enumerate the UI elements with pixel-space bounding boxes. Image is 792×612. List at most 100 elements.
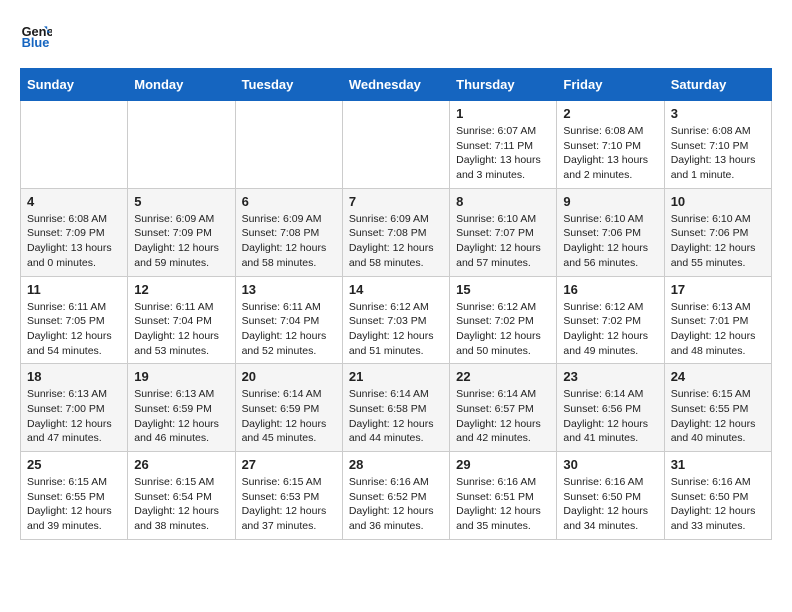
- calendar-cell: 4 Sunrise: 6:08 AMSunset: 7:09 PMDaylight…: [21, 188, 128, 276]
- calendar-cell: 29 Sunrise: 6:16 AMSunset: 6:51 PMDayligh…: [450, 452, 557, 540]
- calendar-cell: 19 Sunrise: 6:13 AMSunset: 6:59 PMDayligh…: [128, 364, 235, 452]
- day-number: 17: [671, 282, 765, 297]
- week-row-5: 25Sunrise: 6:15 AMSunset: 6:55 PMDayligh…: [21, 452, 772, 540]
- calendar-cell: 2Sunrise: 6:08 AMSunset: 7:10 PMDaylight…: [557, 101, 664, 189]
- day-number: 25: [27, 457, 121, 472]
- day-number: 3: [671, 106, 765, 121]
- calendar-cell: 22 Sunrise: 6:14 AMSunset: 6:57 PMDayligh…: [450, 364, 557, 452]
- day-info: Sunrise: 6:14 AMSunset: 6:57 PMDaylight:…: [456, 387, 550, 446]
- day-info: Sunrise: 6:08 AMSunset: 7:09 PMDaylight:…: [27, 212, 121, 271]
- day-header-friday: Friday: [557, 69, 664, 101]
- calendar-cell: [342, 101, 449, 189]
- calendar-cell: 9Sunrise: 6:10 AMSunset: 7:06 PMDaylight…: [557, 188, 664, 276]
- day-info: Sunrise: 6:13 AMSunset: 7:00 PMDaylight:…: [27, 387, 121, 446]
- week-row-3: 11 Sunrise: 6:11 AMSunset: 7:05 PMDayligh…: [21, 276, 772, 364]
- day-info: Sunrise: 6:11 AMSunset: 7:04 PMDaylight:…: [242, 300, 336, 359]
- svg-text:Blue: Blue: [22, 35, 50, 50]
- day-number: 4: [27, 194, 121, 209]
- day-info: Sunrise: 6:13 AMSunset: 7:01 PMDaylight:…: [671, 300, 765, 359]
- calendar-cell: 24 Sunrise: 6:15 AMSunset: 6:55 PMDayligh…: [664, 364, 771, 452]
- calendar-cell: 13Sunrise: 6:11 AMSunset: 7:04 PMDayligh…: [235, 276, 342, 364]
- day-info: Sunrise: 6:11 AMSunset: 7:04 PMDaylight:…: [134, 300, 228, 359]
- day-info: Sunrise: 6:14 AMSunset: 6:58 PMDaylight:…: [349, 387, 443, 446]
- day-info: Sunrise: 6:13 AMSunset: 6:59 PMDaylight:…: [134, 387, 228, 446]
- day-header-tuesday: Tuesday: [235, 69, 342, 101]
- day-number: 27: [242, 457, 336, 472]
- day-info: Sunrise: 6:08 AMSunset: 7:10 PMDaylight:…: [563, 124, 657, 183]
- logo-icon: General Blue: [20, 20, 52, 52]
- day-info: Sunrise: 6:12 AMSunset: 7:02 PMDaylight:…: [456, 300, 550, 359]
- logo: General Blue: [20, 20, 56, 52]
- day-info: Sunrise: 6:14 AMSunset: 6:56 PMDaylight:…: [563, 387, 657, 446]
- day-number: 31: [671, 457, 765, 472]
- day-info: Sunrise: 6:11 AMSunset: 7:05 PMDaylight:…: [27, 300, 121, 359]
- calendar-table: SundayMondayTuesdayWednesdayThursdayFrid…: [20, 68, 772, 540]
- day-number: 10: [671, 194, 765, 209]
- calendar-cell: 17 Sunrise: 6:13 AMSunset: 7:01 PMDayligh…: [664, 276, 771, 364]
- day-info: Sunrise: 6:16 AMSunset: 6:52 PMDaylight:…: [349, 475, 443, 534]
- day-number: 7: [349, 194, 443, 209]
- day-info: Sunrise: 6:15 AMSunset: 6:55 PMDaylight:…: [671, 387, 765, 446]
- calendar-cell: 15 Sunrise: 6:12 AMSunset: 7:02 PMDayligh…: [450, 276, 557, 364]
- day-info: Sunrise: 6:12 AMSunset: 7:02 PMDaylight:…: [563, 300, 657, 359]
- calendar-cell: [21, 101, 128, 189]
- calendar-cell: 27 Sunrise: 6:15 AMSunset: 6:53 PMDayligh…: [235, 452, 342, 540]
- day-number: 30: [563, 457, 657, 472]
- week-row-4: 18 Sunrise: 6:13 AMSunset: 7:00 PMDayligh…: [21, 364, 772, 452]
- calendar-cell: 10Sunrise: 6:10 AMSunset: 7:06 PMDayligh…: [664, 188, 771, 276]
- day-number: 19: [134, 369, 228, 384]
- day-info: Sunrise: 6:09 AMSunset: 7:08 PMDaylight:…: [349, 212, 443, 271]
- day-number: 15: [456, 282, 550, 297]
- day-number: 29: [456, 457, 550, 472]
- day-header-thursday: Thursday: [450, 69, 557, 101]
- day-header-monday: Monday: [128, 69, 235, 101]
- calendar-cell: 3Sunrise: 6:08 AMSunset: 7:10 PMDaylight…: [664, 101, 771, 189]
- day-info: Sunrise: 6:15 AMSunset: 6:54 PMDaylight:…: [134, 475, 228, 534]
- day-number: 8: [456, 194, 550, 209]
- day-number: 21: [349, 369, 443, 384]
- day-info: Sunrise: 6:16 AMSunset: 6:50 PMDaylight:…: [563, 475, 657, 534]
- day-number: 28: [349, 457, 443, 472]
- day-number: 22: [456, 369, 550, 384]
- calendar-cell: 26 Sunrise: 6:15 AMSunset: 6:54 PMDayligh…: [128, 452, 235, 540]
- calendar-cell: 30 Sunrise: 6:16 AMSunset: 6:50 PMDayligh…: [557, 452, 664, 540]
- day-info: Sunrise: 6:12 AMSunset: 7:03 PMDaylight:…: [349, 300, 443, 359]
- calendar-cell: 18 Sunrise: 6:13 AMSunset: 7:00 PMDayligh…: [21, 364, 128, 452]
- day-number: 16: [563, 282, 657, 297]
- calendar-body: 1 Sunrise: 6:07 AMSunset: 7:11 PMDaylight…: [21, 101, 772, 540]
- calendar-cell: 1 Sunrise: 6:07 AMSunset: 7:11 PMDaylight…: [450, 101, 557, 189]
- day-header-saturday: Saturday: [664, 69, 771, 101]
- day-info: Sunrise: 6:10 AMSunset: 7:07 PMDaylight:…: [456, 212, 550, 271]
- day-info: Sunrise: 6:09 AMSunset: 7:09 PMDaylight:…: [134, 212, 228, 271]
- calendar-cell: 6Sunrise: 6:09 AMSunset: 7:08 PMDaylight…: [235, 188, 342, 276]
- day-number: 24: [671, 369, 765, 384]
- day-info: Sunrise: 6:15 AMSunset: 6:53 PMDaylight:…: [242, 475, 336, 534]
- calendar-header: SundayMondayTuesdayWednesdayThursdayFrid…: [21, 69, 772, 101]
- calendar-cell: [128, 101, 235, 189]
- calendar-cell: 12Sunrise: 6:11 AMSunset: 7:04 PMDayligh…: [128, 276, 235, 364]
- day-number: 5: [134, 194, 228, 209]
- calendar-cell: 25Sunrise: 6:15 AMSunset: 6:55 PMDayligh…: [21, 452, 128, 540]
- calendar-cell: 14Sunrise: 6:12 AMSunset: 7:03 PMDayligh…: [342, 276, 449, 364]
- calendar-cell: 8 Sunrise: 6:10 AMSunset: 7:07 PMDaylight…: [450, 188, 557, 276]
- week-row-2: 4 Sunrise: 6:08 AMSunset: 7:09 PMDaylight…: [21, 188, 772, 276]
- calendar-cell: 21 Sunrise: 6:14 AMSunset: 6:58 PMDayligh…: [342, 364, 449, 452]
- page-header: General Blue: [20, 20, 772, 52]
- calendar-cell: 16 Sunrise: 6:12 AMSunset: 7:02 PMDayligh…: [557, 276, 664, 364]
- day-number: 20: [242, 369, 336, 384]
- day-number: 18: [27, 369, 121, 384]
- day-info: Sunrise: 6:10 AMSunset: 7:06 PMDaylight:…: [563, 212, 657, 271]
- day-number: 6: [242, 194, 336, 209]
- day-info: Sunrise: 6:16 AMSunset: 6:51 PMDaylight:…: [456, 475, 550, 534]
- day-number: 11: [27, 282, 121, 297]
- calendar-cell: 31 Sunrise: 6:16 AMSunset: 6:50 PMDayligh…: [664, 452, 771, 540]
- calendar-cell: 5 Sunrise: 6:09 AMSunset: 7:09 PMDaylight…: [128, 188, 235, 276]
- day-number: 1: [456, 106, 550, 121]
- day-info: Sunrise: 6:16 AMSunset: 6:50 PMDaylight:…: [671, 475, 765, 534]
- day-header-wednesday: Wednesday: [342, 69, 449, 101]
- day-info: Sunrise: 6:07 AMSunset: 7:11 PMDaylight:…: [456, 124, 550, 183]
- calendar-cell: 11 Sunrise: 6:11 AMSunset: 7:05 PMDayligh…: [21, 276, 128, 364]
- day-number: 26: [134, 457, 228, 472]
- days-of-week-row: SundayMondayTuesdayWednesdayThursdayFrid…: [21, 69, 772, 101]
- day-header-sunday: Sunday: [21, 69, 128, 101]
